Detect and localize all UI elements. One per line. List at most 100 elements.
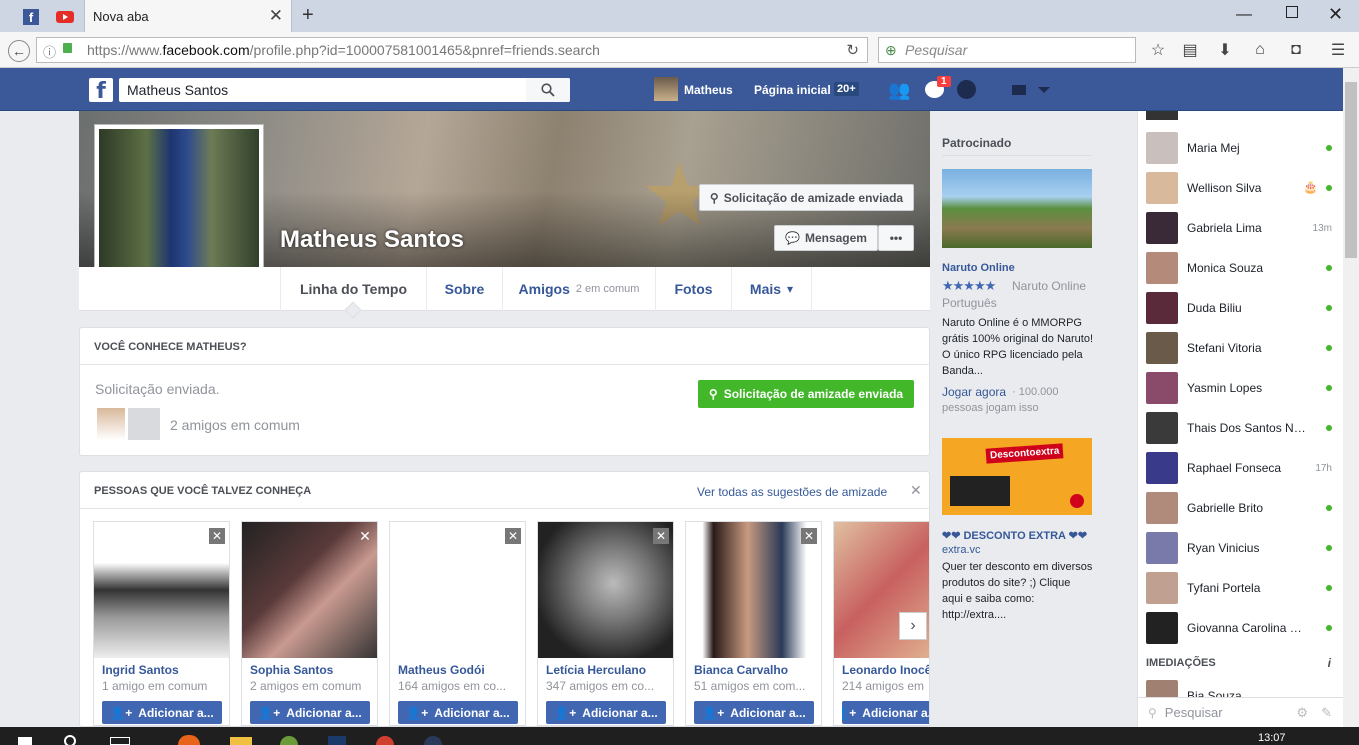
close-icon[interactable]: ✕ bbox=[910, 482, 922, 499]
person-name[interactable]: Leonardo Inocê bbox=[842, 663, 929, 677]
active-tab[interactable]: Nova aba ✕ bbox=[84, 0, 292, 32]
desconto-extra-ad-image[interactable]: Descontoextra bbox=[942, 438, 1092, 515]
account-menu-chevron-icon[interactable] bbox=[1038, 87, 1050, 93]
chat-contact[interactable]: Tyfani Portela bbox=[1138, 568, 1344, 608]
gear-icon[interactable]: ⚙ bbox=[1296, 705, 1308, 721]
tab-about[interactable]: Sobre bbox=[426, 267, 502, 311]
page-scrollbar[interactable] bbox=[1343, 68, 1359, 727]
mutual-friend-avatar[interactable] bbox=[128, 408, 160, 440]
new-tab-button[interactable]: + bbox=[302, 4, 314, 27]
tab-friends[interactable]: Amigos 2 em comum bbox=[502, 267, 655, 311]
task-view-icon[interactable] bbox=[110, 737, 130, 745]
info-icon[interactable]: i bbox=[1328, 656, 1331, 670]
add-friend-button[interactable]: 👤+ Adicionar a... bbox=[842, 701, 929, 724]
firefox-icon[interactable] bbox=[178, 735, 200, 745]
person-name[interactable]: Ingrid Santos bbox=[102, 663, 229, 677]
facebook-search-input[interactable]: Matheus Santos bbox=[119, 78, 570, 102]
close-window-button[interactable]: ✕ bbox=[1328, 4, 1343, 25]
mutual-friend-avatar[interactable] bbox=[97, 408, 125, 440]
see-all-suggestions-link[interactable]: Ver todas as sugestões de amizade bbox=[697, 485, 887, 499]
person-card[interactable]: ✕ Sophia Santos 2 amigos em comum 👤+ Adicion… bbox=[241, 521, 378, 726]
add-friend-button[interactable]: 👤+ Adicionar a... bbox=[546, 701, 666, 724]
close-icon[interactable]: ✕ bbox=[357, 528, 373, 544]
ad-title-link[interactable]: Naruto Online bbox=[942, 262, 1015, 274]
info-icon[interactable]: ⓘ bbox=[43, 42, 56, 61]
friend-request-sent-green-button[interactable]: ⚲ Solicitação de amizade enviada bbox=[698, 380, 914, 408]
youtube-pinned-tab[interactable] bbox=[48, 4, 82, 30]
chat-contact[interactable]: Gabrielle Brito bbox=[1138, 488, 1344, 528]
close-tab-icon[interactable]: ✕ bbox=[269, 6, 283, 26]
start-button-icon[interactable] bbox=[18, 737, 32, 745]
naruto-ad-image[interactable] bbox=[942, 169, 1092, 248]
chat-contact[interactable]: Monica Souza bbox=[1138, 248, 1344, 288]
file-explorer-icon[interactable] bbox=[230, 737, 252, 745]
tab-more[interactable]: Mais ▾ bbox=[731, 267, 812, 311]
close-icon[interactable]: ✕ bbox=[801, 528, 817, 544]
chat-contact[interactable]: Duda Biliu bbox=[1138, 288, 1344, 328]
chat-contact[interactable]: Thais Dos Santos Na... bbox=[1138, 408, 1344, 448]
reading-list-icon[interactable]: ▤ bbox=[1178, 38, 1202, 62]
person-name[interactable]: Letícia Herculano bbox=[546, 663, 673, 677]
notifications-globe-icon[interactable] bbox=[957, 80, 976, 99]
user-avatar[interactable] bbox=[654, 77, 678, 101]
photoshop-icon[interactable] bbox=[328, 736, 346, 745]
tab-photos[interactable]: Fotos bbox=[655, 267, 731, 311]
add-friend-button[interactable]: 👤+ Adicionar a... bbox=[694, 701, 814, 724]
person-name[interactable]: Matheus Godói bbox=[398, 663, 525, 677]
chat-contact[interactable]: Gabriela Lima 13m bbox=[1138, 208, 1344, 248]
bookmark-star-icon[interactable]: ☆ bbox=[1146, 38, 1170, 62]
profile-name[interactable]: Matheus Santos bbox=[280, 226, 464, 254]
facebook-pinned-tab[interactable]: f bbox=[14, 4, 48, 30]
person-name[interactable]: Bianca Carvalho bbox=[694, 663, 821, 677]
chat-contact[interactable]: Maria Mej bbox=[1138, 128, 1344, 168]
chat-contact[interactable]: Wellison Silva 🎂 bbox=[1138, 168, 1344, 208]
mutual-friends-link[interactable]: 2 amigos em comum bbox=[170, 417, 300, 433]
chrome-icon[interactable] bbox=[376, 736, 394, 745]
person-card[interactable]: ✕ Letícia Herculano 347 amigos em co... 👤+ A… bbox=[537, 521, 674, 726]
person-card[interactable]: ✕ Bianca Carvalho 51 amigos em com... 👤+ Adi… bbox=[685, 521, 822, 726]
ad-cta-link[interactable]: Jogar agora bbox=[942, 385, 1006, 399]
person-card[interactable]: ✕ Ingrid Santos 1 amigo em comum 👤+ Adiciona… bbox=[93, 521, 230, 726]
chat-contact[interactable]: Stefani Vitoria bbox=[1138, 328, 1344, 368]
chat-search-input[interactable]: ⚲ Pesquisar ⚙ ✎ bbox=[1138, 697, 1344, 727]
person-name[interactable]: Sophia Santos bbox=[250, 663, 377, 677]
chat-contact[interactable]: Ryan Vinicius bbox=[1138, 528, 1344, 568]
minimize-button[interactable]: — bbox=[1236, 6, 1252, 24]
browser-search-box[interactable]: ⊕ Pesquisar bbox=[878, 37, 1136, 63]
close-icon[interactable]: ✕ bbox=[505, 528, 521, 544]
home-icon[interactable]: ⌂ bbox=[1248, 38, 1272, 62]
more-options-button[interactable]: ••• bbox=[878, 225, 914, 251]
tab-timeline[interactable]: Linha do Tempo bbox=[280, 267, 426, 319]
person-mutual[interactable]: 347 amigos em co... bbox=[546, 679, 670, 693]
person-mutual[interactable]: 164 amigos em co... bbox=[398, 679, 522, 693]
person-card[interactable]: ✕ Matheus Godói 164 amigos em co... 👤+ Adici… bbox=[389, 521, 526, 726]
add-friend-button[interactable]: 👤+ Adicionar a... bbox=[398, 701, 518, 724]
menu-icon[interactable]: ☰ bbox=[1326, 38, 1350, 62]
ad2-domain[interactable]: extra.vc bbox=[942, 544, 981, 556]
maximize-button[interactable] bbox=[1286, 6, 1298, 18]
downloads-icon[interactable]: ⬇ bbox=[1213, 38, 1237, 62]
scrollbar-thumb[interactable] bbox=[1345, 82, 1357, 258]
chat-contact[interactable]: Giovanna Carolina D... bbox=[1138, 608, 1344, 648]
facebook-search-button[interactable] bbox=[526, 78, 570, 102]
privacy-lock-icon[interactable] bbox=[1012, 85, 1026, 95]
person-mutual[interactable]: 51 amigos em com... bbox=[694, 679, 818, 693]
steam-icon[interactable] bbox=[424, 736, 442, 745]
user-name-link[interactable]: Matheus bbox=[684, 83, 733, 97]
back-button[interactable]: ← bbox=[8, 40, 30, 62]
clock-time[interactable]: 13:07 bbox=[1258, 732, 1286, 744]
search-icon[interactable] bbox=[64, 735, 76, 745]
close-icon[interactable]: ✕ bbox=[209, 528, 225, 544]
address-bar[interactable]: ⓘ https://www. facebook.com/profile.php?i… bbox=[36, 37, 868, 63]
chat-contact[interactable]: Raphael Fonseca 17h bbox=[1138, 448, 1344, 488]
add-friend-button[interactable]: 👤+ Adicionar a... bbox=[102, 701, 222, 724]
facebook-logo-icon[interactable]: f bbox=[89, 78, 113, 104]
pocket-icon[interactable]: ◘ bbox=[1284, 38, 1308, 62]
person-mutual[interactable]: 1 amigo em comum bbox=[102, 679, 226, 693]
add-friend-button[interactable]: 👤+ Adicionar a... bbox=[250, 701, 370, 724]
friend-request-sent-button[interactable]: ⚲ Solicitação de amizade enviada bbox=[699, 184, 914, 211]
reload-icon[interactable]: ↻ bbox=[846, 41, 859, 59]
person-mutual[interactable]: 2 amigos em comum bbox=[250, 679, 374, 693]
ad2-title-link[interactable]: ❤❤ DESCONTO EXTRA ❤❤ bbox=[942, 529, 1087, 542]
compose-icon[interactable]: ✎ bbox=[1321, 705, 1332, 721]
